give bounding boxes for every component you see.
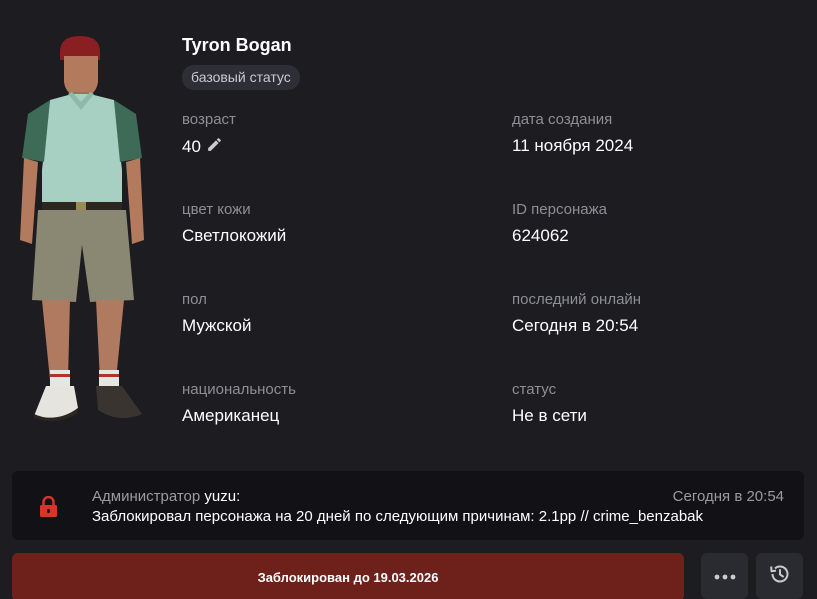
field-status: статус Не в сети [512,381,587,426]
field-age: возраст 40 [182,111,236,158]
field-label: цвет кожи [182,201,251,218]
character-avatar [10,30,160,430]
field-value: Мужской [182,316,252,335]
character-name: Tyron Bogan [182,35,292,55]
field-label: возраст [182,111,236,128]
notice-time: Сегодня в 20:54 [672,488,784,505]
field-value: Сегодня в 20:54 [512,316,639,335]
field-label: пол [182,291,207,308]
more-button[interactable] [701,553,748,599]
notice-admin-name: yuzu: [204,488,241,505]
field-skin: цвет кожи Светлокожий [182,201,286,246]
field-gender: пол Мужской [182,291,252,336]
notice-author: Администратор yuzu: [92,488,240,505]
field-value: Не в сети [512,406,587,425]
field-value: 11 ноября 2024 [512,136,634,155]
field-last-online: последний онлайн Сегодня в 20:54 [512,291,641,336]
field-label: статус [512,381,557,398]
blocked-until-button[interactable]: Заблокирован до 19.03.2026 [12,553,684,599]
notice-author-prefix: Администратор [92,488,201,505]
history-clock-icon [768,562,792,591]
field-value: 624062 [512,226,569,245]
field-value: Американец [182,406,280,425]
field-value: 40 [182,137,201,156]
field-character-id: ID персонажа 624062 [512,201,607,246]
field-label: дата создания [512,111,613,128]
more-dots-icon [714,567,736,585]
field-label: национальность [182,381,296,398]
status-badge: базовый статус [182,65,300,90]
field-created: дата создания 11 ноября 2024 [512,111,633,156]
lock-icon [39,495,58,522]
history-button[interactable] [756,553,803,599]
edit-pencil-icon[interactable] [206,136,223,158]
field-label: ID персонажа [512,201,607,218]
notice-message: Заблокировал персонажа на 20 дней по сле… [92,508,704,525]
field-value: Светлокожий [182,226,287,245]
field-nationality: национальность Американец [182,381,296,426]
admin-block-notice: Администратор yuzu: Сегодня в 20:54 Забл… [12,471,804,540]
field-label: последний онлайн [512,291,642,308]
